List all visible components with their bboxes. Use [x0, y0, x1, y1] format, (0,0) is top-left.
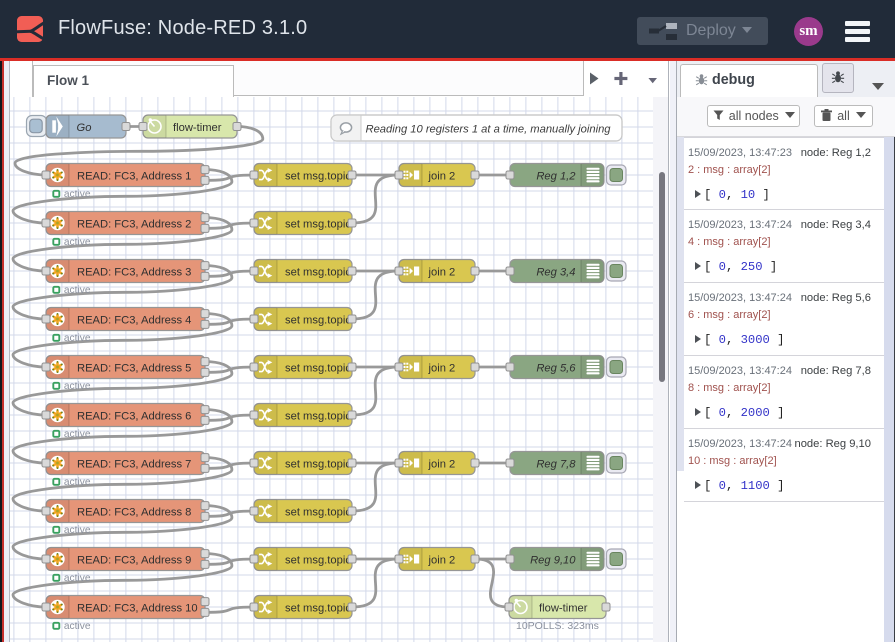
svg-text:Reg 1,2: Reg 1,2 [536, 170, 576, 182]
svg-text:READ: FC3, Address 1: READ: FC3, Address 1 [77, 170, 191, 182]
svg-text:READ: FC3, Address 10: READ: FC3, Address 10 [77, 602, 198, 614]
svg-text:set msg.topic: set msg.topic [285, 218, 351, 230]
svg-text:READ: FC3, Address 7: READ: FC3, Address 7 [77, 458, 191, 470]
svg-text:READ: FC3, Address 9: READ: FC3, Address 9 [77, 554, 191, 566]
svg-text:active: active [64, 429, 91, 440]
svg-text:Reading 10 registers 1 at a ti: Reading 10 registers 1 at a time, manual… [366, 123, 612, 135]
svg-text:active: active [64, 621, 91, 632]
svg-text:join 2: join 2 [428, 458, 456, 470]
svg-text:READ: FC3, Address 2: READ: FC3, Address 2 [77, 218, 191, 230]
svg-text:Go: Go [77, 122, 92, 134]
svg-text:join 2: join 2 [428, 554, 456, 566]
svg-text:active: active [64, 573, 91, 584]
svg-text:READ: FC3, Address 4: READ: FC3, Address 4 [77, 314, 191, 326]
svg-text:READ: FC3, Address 6: READ: FC3, Address 6 [77, 410, 191, 422]
svg-text:Reg 3,4: Reg 3,4 [536, 266, 575, 278]
svg-text:join 2: join 2 [428, 362, 456, 374]
svg-text:set msg.topic: set msg.topic [285, 362, 351, 374]
svg-text:active: active [64, 189, 91, 200]
svg-text:READ: FC3, Address 8: READ: FC3, Address 8 [77, 506, 191, 518]
svg-text:active: active [64, 333, 91, 344]
svg-text:set msg.topic: set msg.topic [285, 506, 351, 518]
svg-text:set msg.topic: set msg.topic [285, 170, 351, 182]
svg-text:flow-timer: flow-timer [173, 122, 222, 134]
svg-text:Reg 5,6: Reg 5,6 [536, 362, 576, 374]
svg-text:set msg.topic: set msg.topic [285, 314, 351, 326]
svg-text:active: active [64, 285, 91, 296]
svg-text:active: active [64, 525, 91, 536]
svg-text:set msg.topic: set msg.topic [285, 410, 351, 422]
svg-text:READ: FC3, Address 3: READ: FC3, Address 3 [77, 266, 191, 278]
svg-text:active: active [64, 381, 91, 392]
svg-text:join 2: join 2 [428, 266, 456, 278]
svg-text:active: active [64, 237, 91, 248]
svg-text:set msg.topic: set msg.topic [285, 554, 351, 566]
svg-text:active: active [64, 477, 91, 488]
svg-text:Reg 9,10: Reg 9,10 [530, 554, 576, 566]
svg-text:set msg.topic: set msg.topic [285, 602, 351, 614]
svg-text:READ: FC3, Address 5: READ: FC3, Address 5 [77, 362, 191, 374]
svg-text:flow-timer: flow-timer [539, 602, 588, 614]
svg-text:set msg.topic: set msg.topic [285, 266, 351, 278]
svg-text:Reg 7,8: Reg 7,8 [536, 458, 576, 470]
svg-text:join 2: join 2 [428, 170, 456, 182]
svg-text:set msg.topic: set msg.topic [285, 458, 351, 470]
svg-text:10POLLS: 323ms: 10POLLS: 323ms [516, 620, 599, 632]
